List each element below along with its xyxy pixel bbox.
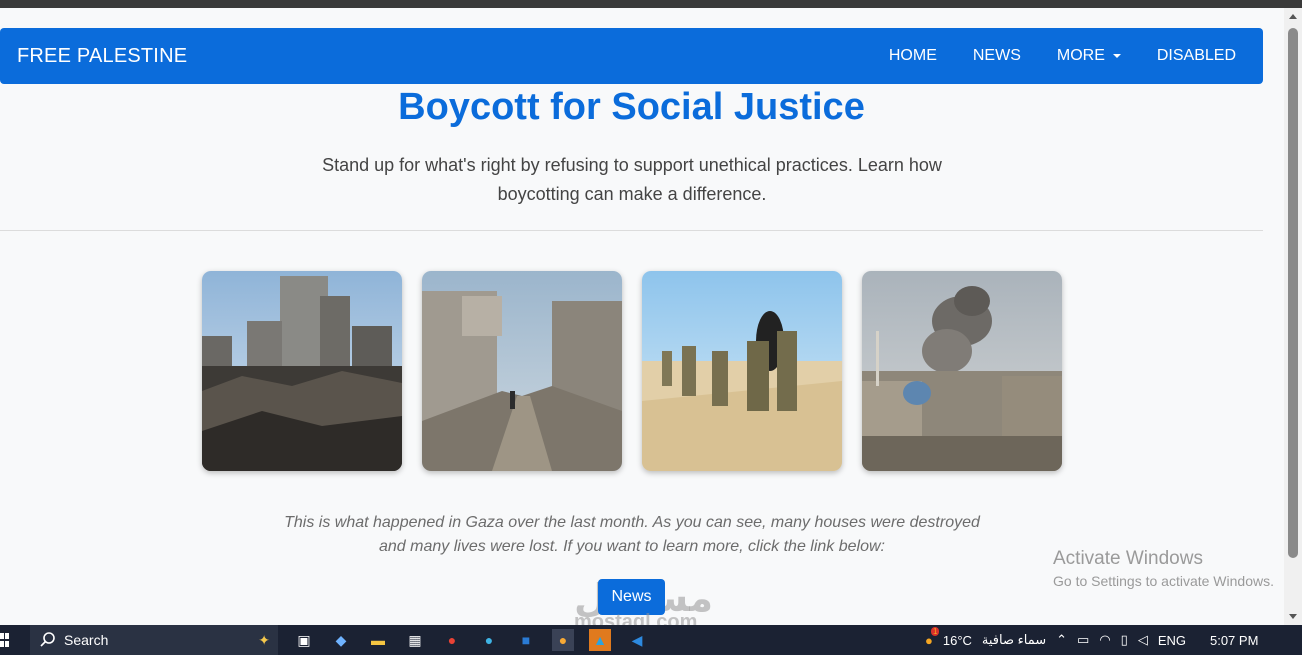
weather-temp[interactable]: 16°C [943, 633, 972, 648]
browser-active-icon[interactable]: ● [552, 629, 574, 651]
navbar: FREE PALESTINE HOME NEWS MORE DISABLED [0, 28, 1263, 84]
web-page: FREE PALESTINE HOME NEWS MORE DISABLED B… [0, 8, 1284, 625]
taskbar-search-label: Search [64, 632, 109, 648]
copilot-icon[interactable]: ◆ [330, 629, 352, 651]
language-indicator[interactable]: ENG [1158, 633, 1186, 648]
speaker-icon[interactable]: ◁ [1138, 632, 1148, 648]
copilot-sparkle-icon: ✦ [258, 631, 270, 648]
weather-text[interactable]: سماء صافية [982, 632, 1046, 648]
nav-links: HOME NEWS MORE DISABLED [853, 47, 1236, 65]
hero-text: Stand up for what's right by refusing to… [322, 155, 942, 204]
nav-link-disabled: DISABLED [1156, 47, 1236, 64]
scroll-down-icon[interactable] [1289, 614, 1297, 619]
clock[interactable]: 5:07 PM [1210, 633, 1258, 648]
chevron-up-icon[interactable]: ⌃ [1056, 632, 1067, 648]
weather-icon[interactable]: ● 1 [925, 626, 940, 648]
chrome-icon[interactable]: ● [441, 629, 463, 651]
search-icon [40, 632, 55, 647]
vscode-icon[interactable]: ◀ [626, 629, 648, 651]
telegram-icon[interactable]: ▲ [589, 629, 611, 651]
gallery-caption: This is what happened in Gaza over the l… [284, 514, 980, 555]
section-divider [0, 230, 1263, 231]
wifi-icon[interactable]: ◠ [1099, 632, 1110, 648]
task-view-icon[interactable]: ▣ [293, 629, 315, 651]
nav-link-news[interactable]: NEWS [973, 47, 1021, 65]
news-button[interactable]: News [598, 579, 665, 615]
weather-badge: 1 [931, 626, 940, 636]
gallery-photo-smoke-skyline [862, 271, 1062, 471]
system-tray: ● 1 16°C سماء صافية ⌃ ▭ ◠ ▯ ◁ ENG 5:07 PM [925, 625, 1258, 655]
hero-title: Boycott for Social Justice [398, 86, 865, 128]
gallery-photo-rubble-city [202, 271, 402, 471]
nav-dropdown-more[interactable]: MORE [1057, 47, 1121, 65]
activate-windows-subtitle: Go to Settings to activate Windows. [1053, 573, 1274, 589]
battery-icon[interactable]: ▯ [1121, 632, 1128, 648]
nav-dropdown-more-label: MORE [1056, 47, 1105, 64]
activate-windows-title: Activate Windows [1053, 548, 1203, 569]
navbar-brand[interactable]: FREE PALESTINE [17, 45, 853, 68]
scroll-thumb[interactable] [1288, 28, 1298, 558]
gallery-photo-soldiers-desert [642, 271, 842, 471]
caret-down-icon [1112, 54, 1121, 58]
gallery-photo-destroyed-street [422, 271, 622, 471]
taskbar-search[interactable]: Search ✦ [30, 625, 278, 655]
outlook-icon[interactable]: ■ [515, 629, 537, 651]
image-gallery [202, 271, 1062, 471]
scroll-up-icon[interactable] [1289, 14, 1297, 19]
windows-taskbar: Search ✦ ▣ ◆ ▬ ▦ ● ● ■ ● ▲ ◀ ● 1 16°C سما… [0, 625, 1302, 655]
page-scrollbar[interactable] [1284, 8, 1302, 625]
edge-icon[interactable]: ● [478, 629, 500, 651]
nav-link-home[interactable]: HOME [889, 47, 937, 65]
store-icon[interactable]: ▦ [404, 629, 426, 651]
browser-top-strip [0, 0, 1302, 8]
file-explorer-icon[interactable]: ▬ [367, 629, 389, 651]
windows-start-icon[interactable] [0, 632, 10, 648]
camera-icon[interactable]: ▭ [1077, 632, 1089, 648]
